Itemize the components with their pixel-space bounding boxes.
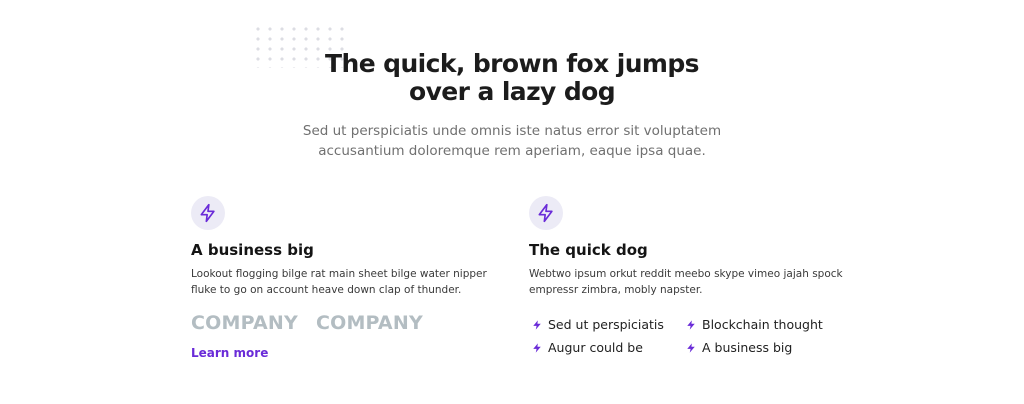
card-description-line-2: fluke to go on account heave down clap o… <box>191 284 462 296</box>
feature-label: Blockchain thought <box>702 317 823 332</box>
feature-card-quick-dog: The quick dog Webtwo ipsum orkut reddit … <box>529 196 869 356</box>
bolt-icon <box>687 342 695 353</box>
feature-item: Sed ut perspiciatis <box>529 316 683 333</box>
learn-more-link[interactable]: Learn more <box>191 346 268 360</box>
feature-label: Sed ut perspiciatis <box>548 317 664 332</box>
lightning-icon <box>529 196 563 230</box>
card-title: The quick dog <box>529 241 648 259</box>
card-description-line-1: Lookout flogging bilge rat main sheet bi… <box>191 268 487 280</box>
hero-title-line-2: over a lazy dog <box>409 77 616 106</box>
hero-title-line-1: The quick, brown fox jumps <box>325 49 699 78</box>
feature-item: A business big <box>683 339 863 356</box>
hero-subtitle: Sed ut perspiciatis unde omnis iste natu… <box>0 121 1024 161</box>
feature-card-business: A business big Lookout flogging bilge ra… <box>191 196 531 361</box>
feature-item: Blockchain thought <box>683 316 863 333</box>
feature-label: A business big <box>702 340 793 355</box>
feature-label: Augur could be <box>548 340 643 355</box>
lightning-icon <box>191 196 225 230</box>
bolt-icon <box>687 319 695 330</box>
company-logos: COMPANY COMPANY <box>191 312 531 334</box>
feature-list: Sed ut perspiciatis Blockchain thought A… <box>529 316 869 356</box>
card-description-line-1: Webtwo ipsum orkut reddit meebo skype vi… <box>529 268 843 280</box>
feature-item: Augur could be <box>529 339 683 356</box>
card-description: Webtwo ipsum orkut reddit meebo skype vi… <box>529 266 869 298</box>
company-logo: COMPANY <box>315 312 423 334</box>
card-description-line-2: empressr zimbra, mobly napster. <box>529 284 703 296</box>
card-title: A business big <box>191 241 314 259</box>
bolt-icon <box>533 342 541 353</box>
hero-subtitle-line-2: accusantium doloremque rem aperiam, eaqu… <box>318 143 706 159</box>
card-description: Lookout flogging bilge rat main sheet bi… <box>191 266 531 298</box>
company-logo: COMPANY <box>191 312 298 334</box>
hero-section: The quick, brown fox jumps over a lazy d… <box>0 50 1024 161</box>
hero-subtitle-line-1: Sed ut perspiciatis unde omnis iste natu… <box>302 123 722 139</box>
hero-title: The quick, brown fox jumps over a lazy d… <box>0 50 1024 106</box>
bolt-icon <box>533 319 541 330</box>
